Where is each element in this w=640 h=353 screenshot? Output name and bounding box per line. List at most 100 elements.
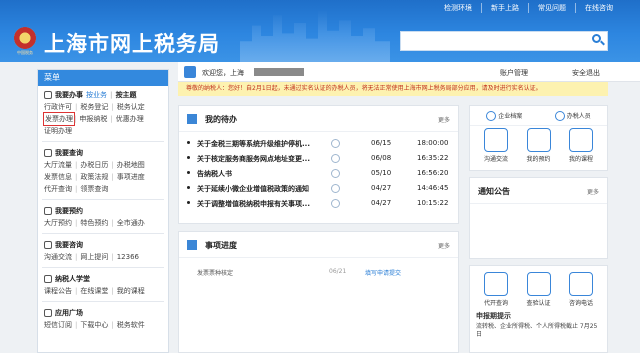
sidebar-item[interactable]: 证明办理 (44, 125, 75, 137)
todo-panel: 我的待办 更多 关于金税三期等系统升级维护停机... 06/15 18:00:00 … (178, 105, 459, 224)
topnav-faq[interactable]: 常见问题 (528, 3, 575, 13)
sidebar-item[interactable]: 领票查询 (80, 183, 111, 195)
sidebar-item[interactable]: 在线课堂 (80, 285, 111, 297)
divider (42, 267, 164, 268)
sidebar-item[interactable]: 行政许可 (44, 101, 75, 113)
group-title: 我要咨询 (55, 241, 83, 249)
chat-icon (44, 241, 52, 249)
todo-row[interactable]: 关于金税三期等系统升级维护停机... 06/15 18:00:00 (179, 136, 458, 151)
sidebar-item[interactable]: 我的课程 (117, 285, 148, 297)
search-input[interactable] (400, 31, 608, 51)
divider (42, 233, 164, 234)
sidebar-item[interactable]: 税务软件 (117, 319, 148, 331)
progress-panel: 事项进度 更多 发票票种核定 06/21 填写申请提交 (178, 231, 459, 353)
user-avatar-icon (184, 66, 196, 78)
sidebar-item[interactable]: 政策法规 (80, 171, 111, 183)
hint-title: 申报期提示 (476, 312, 511, 320)
sidebar-group-consult: 我要咨询 沟通交流 | 网上提问 | 12366 (38, 236, 168, 265)
sidebar-item[interactable]: 发票信息 (44, 171, 75, 183)
notice-banner: 尊敬的纳税人：您好！自2月1日起，未通过实名认证的办税人员，将无法正常使用上海市… (178, 82, 608, 96)
topnav-newbie[interactable]: 新手上路 (481, 3, 528, 13)
sidebar-item[interactable]: 课程公告 (44, 285, 75, 297)
tab-by-business[interactable]: 按业务 (86, 90, 107, 100)
sidebar-item[interactable]: 事项进度 (117, 171, 148, 183)
quick-panel: 企业档案 办税人员 沟通交流 我的预约 我的课程 (469, 105, 608, 171)
book-icon (44, 275, 52, 283)
flag-icon (187, 114, 197, 124)
group-title: 我要预约 (55, 207, 83, 215)
submit-link[interactable]: 填写申请提交 (365, 268, 401, 277)
notice-panel: 通知公告 更多 (469, 177, 608, 259)
sidebar-item[interactable]: 网上提问 (80, 251, 111, 263)
sidebar-item[interactable]: 税务认定 (117, 101, 148, 113)
status-icon (331, 154, 340, 163)
status-icon (331, 184, 340, 193)
sidebar-group-school: 纳税人学堂 课程公告 | 在线课堂 | 我的课程 (38, 270, 168, 299)
my-course-button[interactable]: 我的课程 (561, 128, 601, 163)
todo-row[interactable]: 关于调整增值税纳税申报有关事项... 04/27 10:15:22 (179, 196, 458, 211)
hotline-button[interactable]: 咨询电话 (561, 272, 601, 307)
more-link[interactable]: 更多 (587, 187, 599, 196)
tab-by-topic[interactable]: 按主题 (116, 90, 137, 100)
info-icon (486, 110, 497, 121)
service-panel: 代开查询 查验认证 咨询电话 申报期提示 流转税、企业所得税、个人所得税截止 7… (469, 265, 608, 353)
search-icon (44, 149, 52, 157)
account-management-link[interactable]: 账户管理 (500, 68, 528, 78)
status-icon (331, 199, 340, 208)
panel-title: 事项进度 (205, 241, 237, 250)
welcome-bar: 欢迎您，上海 账户管理 安全退出 (178, 62, 640, 82)
tax-staff-link[interactable]: 办税人员 (554, 110, 591, 121)
communication-button[interactable]: 沟通交流 (476, 128, 516, 163)
divider (42, 141, 164, 142)
clock-icon (526, 128, 551, 152)
panel-title: 通知公告 (478, 187, 510, 196)
grid-icon (44, 309, 52, 317)
progress-row[interactable]: 发票票种核定 06/21 填写申请提交 (179, 264, 458, 279)
person-icon (554, 110, 565, 121)
enterprise-archive-link[interactable]: 企业档案 (486, 110, 522, 121)
sidebar-title: 菜单 (38, 70, 168, 86)
sidebar-item[interactable]: 大厅流量 (44, 159, 75, 171)
sidebar-item[interactable]: 税务登记 (80, 101, 111, 113)
more-link[interactable]: 更多 (438, 241, 450, 250)
sidebar-item[interactable]: 短信订阅 (44, 319, 75, 331)
group-title: 应用广场 (55, 309, 83, 317)
more-link[interactable]: 更多 (438, 115, 450, 124)
user-icon (44, 91, 52, 99)
sidebar-item-invoice[interactable]: 发票办理 (43, 112, 75, 126)
divider (42, 301, 164, 302)
topnav-check-env[interactable]: 检测环境 (435, 3, 481, 13)
sidebar-item[interactable]: 12366 (117, 251, 142, 263)
todo-row[interactable]: 关于延续小微企业增值税政策的通知 04/27 14:46:45 (179, 181, 458, 196)
sidebar-item[interactable]: 特色预约 (80, 217, 111, 229)
sidebar-item[interactable]: 代开查询 (44, 183, 75, 195)
emblem-caption: 中国税务 (17, 50, 33, 55)
group-title: 我要查询 (55, 149, 83, 157)
header: 检测环境 新手上路 常见问题 在线咨询 中国税务 上海市网上税务局 (0, 0, 640, 62)
logout-link[interactable]: 安全退出 (572, 68, 600, 78)
group-title: 纳税人学堂 (55, 275, 90, 283)
invoice-query-button[interactable]: 代开查询 (476, 272, 516, 307)
sidebar-item[interactable]: 下载中心 (80, 319, 111, 331)
sidebar-item[interactable]: 沟通交流 (44, 251, 75, 263)
list-icon (187, 240, 197, 250)
topnav-online-consult[interactable]: 在线咨询 (575, 3, 622, 13)
sidebar-group-todo: 我要办事 按业务 | 按主题 行政许可 | 税务登记 | 税务认定 发票办理 | 申报纳税 | 优惠办… (38, 86, 168, 139)
redacted-name (254, 68, 304, 76)
my-appointment-button[interactable]: 我的预约 (519, 128, 559, 163)
todo-row[interactable]: 关于核定服务商服务网点地址变更... 06/08 16:35:22 (179, 151, 458, 166)
sidebar-item[interactable]: 办税日历 (80, 159, 111, 171)
calendar-icon (44, 207, 52, 215)
hint-text: 流转税、企业所得税、个人所得税截止 7月25日 (476, 323, 598, 338)
search-icon[interactable] (592, 34, 605, 46)
sidebar-item[interactable]: 办税地图 (117, 159, 148, 171)
status-icon (331, 139, 340, 148)
welcome-text: 欢迎您，上海 (202, 69, 244, 77)
todo-row[interactable]: 告纳税人书 05/10 16:56:20 (179, 166, 458, 181)
sidebar-item[interactable]: 全市通办 (117, 217, 148, 229)
sidebar-item[interactable]: 申报纳税 (79, 113, 110, 125)
group-title: 我要办事 (55, 91, 83, 99)
verify-button[interactable]: 查验认证 (519, 272, 559, 307)
sidebar-item[interactable]: 大厅预约 (44, 217, 75, 229)
sidebar-item[interactable]: 优惠办理 (116, 113, 147, 125)
